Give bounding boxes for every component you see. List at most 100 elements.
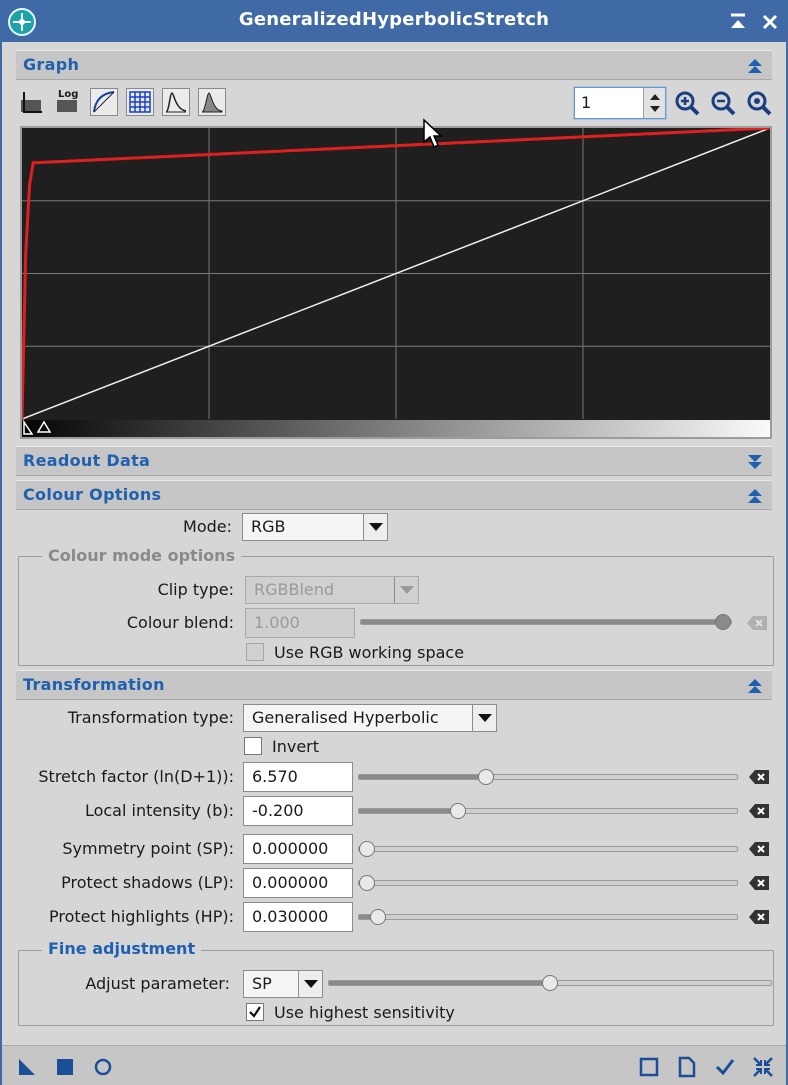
param-label: Stretch factor (ln(D+1)): (38, 767, 234, 786)
process-window: GeneralizedHyperbolicStretch Graph Log 1 (0, 0, 788, 1085)
colour-blend-label: Colour blend: (126, 613, 234, 632)
histogram-before-icon[interactable] (162, 88, 190, 116)
param-input[interactable]: -0.200 (243, 796, 353, 826)
shade-window-icon[interactable] (726, 10, 750, 34)
param-label: Protect shadows (LP): (61, 873, 234, 892)
reset-field-icon[interactable] (746, 615, 768, 631)
colour-section-header[interactable]: Colour Options (16, 480, 772, 510)
param-input[interactable]: 0.030000 (243, 902, 353, 932)
transformation-section-header[interactable]: Transformation (16, 670, 772, 700)
bottom-toolbar (2, 1045, 786, 1085)
colour-blend-input[interactable]: 1.000 (245, 608, 355, 638)
close-window-icon[interactable] (758, 10, 782, 34)
param-label: Protect highlights (HP): (49, 907, 234, 926)
rgb-working-space-checkbox[interactable] (246, 643, 264, 661)
grid-icon[interactable] (126, 88, 154, 116)
transformation-type-combo[interactable]: Generalised Hyperbolic (243, 704, 497, 732)
zoom-in-icon[interactable] (674, 90, 700, 116)
linear-scale-icon[interactable] (18, 88, 46, 116)
chevron-down-icon[interactable] (363, 514, 387, 540)
slider-fill (361, 620, 723, 624)
param-input[interactable]: 0.000000 (243, 868, 353, 898)
transformation-curve-icon[interactable] (90, 88, 118, 116)
intensity-gradient-bar (22, 420, 770, 437)
highest-sensitivity-checkbox[interactable] (246, 1003, 264, 1021)
slider-handle[interactable] (715, 614, 731, 630)
colour-blend-slider[interactable] (360, 614, 732, 630)
param-slider[interactable] (358, 803, 738, 819)
new-instance-icon[interactable] (16, 1056, 38, 1078)
chevron-down-icon[interactable] (298, 971, 322, 997)
slider-handle[interactable] (478, 769, 494, 785)
zoom-spin-arrows[interactable] (643, 88, 665, 118)
readout-section-header[interactable]: Readout Data (16, 446, 772, 476)
reset-field-icon[interactable] (748, 841, 770, 857)
transformation-section-title: Transformation (23, 675, 165, 694)
param-input[interactable]: 0.000000 (243, 834, 353, 864)
apply-global-icon[interactable] (54, 1056, 76, 1078)
reset-icon[interactable] (676, 1056, 698, 1078)
fine-adjustment-slider[interactable] (328, 975, 772, 991)
adjust-parameter-combo[interactable]: SP (243, 970, 323, 998)
checkmark-icon (249, 1006, 261, 1018)
mode-label: Mode: (183, 517, 232, 536)
param-slider[interactable] (358, 841, 738, 857)
param-input[interactable]: 6.570 (243, 762, 353, 792)
log-scale-icon[interactable]: Log (54, 88, 82, 116)
transformation-type-value: Generalised Hyperbolic (252, 708, 439, 727)
slider-handle[interactable] (542, 975, 558, 991)
chevron-down-icon[interactable] (472, 705, 496, 731)
window-title: GeneralizedHyperbolicStretch (238, 9, 550, 30)
adjust-parameter-value: SP (252, 974, 272, 993)
slider-fill (329, 981, 550, 985)
collapse-section-icon[interactable] (746, 57, 764, 75)
collapse-section-icon[interactable] (746, 487, 764, 505)
mode-value: RGB (251, 517, 286, 536)
readout-section-title: Readout Data (23, 451, 151, 470)
clip-type-combo[interactable]: RGBBlend (245, 576, 419, 604)
shadow-marker-icon[interactable] (22, 420, 62, 438)
log-scale-label: Log (58, 89, 79, 100)
transformation-graph[interactable] (20, 126, 772, 439)
invert-label: Invert (272, 737, 320, 756)
param-slider[interactable] (358, 875, 738, 891)
zoom-factor-value[interactable]: 1 (581, 93, 591, 112)
rgb-working-space-label: Use RGB working space (274, 643, 465, 662)
collapse-icon[interactable] (752, 1056, 774, 1078)
param-slider[interactable] (358, 769, 738, 785)
colour-mode-options-title: Colour mode options (42, 546, 242, 565)
param-slider[interactable] (358, 909, 738, 925)
clip-type-label: Clip type: (157, 580, 234, 599)
mouse-pointer-icon (423, 118, 443, 149)
slider-fill (359, 775, 486, 779)
highest-sensitivity-label: Use highest sensitivity (274, 1003, 455, 1022)
title-bar[interactable]: GeneralizedHyperbolicStretch (2, 2, 786, 42)
reset-field-icon[interactable] (748, 875, 770, 891)
slider-fill (359, 809, 458, 813)
ok-icon[interactable] (714, 1056, 736, 1078)
zoom-factor-spinbox[interactable]: 1 (574, 87, 666, 119)
slider-handle[interactable] (450, 803, 466, 819)
real-time-preview-icon[interactable] (92, 1056, 114, 1078)
slider-handle[interactable] (359, 841, 375, 857)
reset-field-icon[interactable] (748, 803, 770, 819)
zoom-out-icon[interactable] (710, 90, 736, 116)
graph-section-title: Graph (23, 55, 80, 74)
param-label: Symmetry point (SP): (62, 839, 234, 858)
chevron-down-icon[interactable] (394, 577, 418, 603)
param-label: Local intensity (b): (84, 801, 234, 820)
reset-field-icon[interactable] (748, 909, 770, 925)
slider-handle[interactable] (370, 909, 386, 925)
histogram-after-icon[interactable] (198, 88, 226, 116)
graph-section-header[interactable]: Graph (16, 50, 772, 80)
reset-field-icon[interactable] (748, 769, 770, 785)
zoom-fit-icon[interactable] (746, 90, 772, 116)
slider-handle[interactable] (359, 875, 375, 891)
fine-adjustment-title: Fine adjustment (42, 939, 202, 958)
transformation-type-label: Transformation type: (67, 708, 234, 727)
mode-combo[interactable]: RGB (242, 513, 388, 541)
collapse-section-icon[interactable] (746, 677, 764, 695)
browse-documentation-icon[interactable] (638, 1056, 660, 1078)
expand-section-icon[interactable] (746, 453, 764, 471)
invert-checkbox[interactable] (244, 737, 262, 755)
